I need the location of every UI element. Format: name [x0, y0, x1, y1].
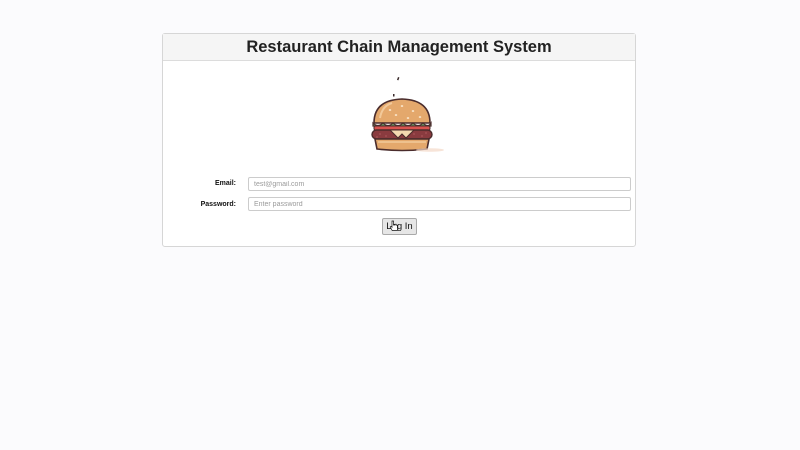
password-label: Password: — [200, 201, 236, 208]
login-panel: Restaurant Chain Management System Email… — [162, 33, 636, 247]
email-field[interactable] — [248, 177, 631, 191]
page-title: Restaurant Chain Management System — [246, 37, 552, 56]
hand-cursor-icon — [389, 220, 398, 231]
burger-icon — [371, 77, 444, 152]
password-field[interactable] — [248, 197, 631, 211]
login-button[interactable]: Log In — [382, 218, 417, 235]
email-label: Email: — [214, 180, 236, 187]
panel-header: Restaurant Chain Management System — [163, 34, 635, 61]
